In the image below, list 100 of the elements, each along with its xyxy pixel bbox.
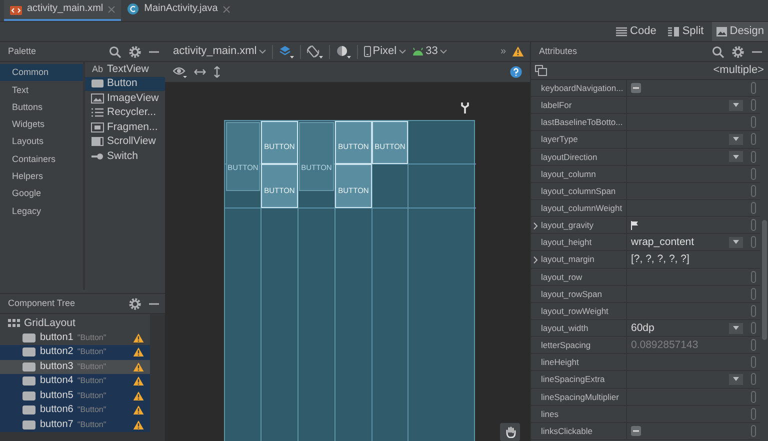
- caret-icon: [733, 377, 739, 382]
- palette-category[interactable]: Widgets: [0, 116, 83, 134]
- attribute-value: wrap_content: [631, 236, 694, 249]
- vertical-arrows-icon[interactable]: [213, 66, 221, 78]
- help-icon[interactable]: [510, 66, 522, 78]
- tree-item[interactable]: button1 "Button": [0, 330, 150, 345]
- pan-button[interactable]: [500, 423, 520, 441]
- panel-title: Palette: [8, 46, 38, 57]
- overflow-button[interactable]: »: [500, 46, 506, 58]
- palette-category[interactable]: Layouts: [0, 133, 83, 150]
- palette-item[interactable]: Recycler...: [85, 106, 165, 120]
- scrollbar-thumb[interactable]: [762, 220, 767, 340]
- dropdown-button[interactable]: [729, 374, 743, 385]
- tri-state-checkbox[interactable]: [631, 426, 641, 436]
- caret-icon: [733, 326, 739, 330]
- tree-item[interactable]: button3 "Button": [0, 360, 150, 374]
- palette-item[interactable]: Switch: [85, 149, 165, 164]
- layers-icon[interactable]: [278, 44, 294, 58]
- search-icon[interactable]: [712, 46, 724, 58]
- palette-category[interactable]: Google: [0, 185, 83, 202]
- wrench-icon[interactable]: [461, 102, 469, 114]
- settings-icon[interactable]: [129, 46, 141, 58]
- file-dropdown[interactable]: activity_main.xml: [173, 44, 266, 58]
- attribute-name: labelFor: [531, 97, 627, 114]
- button-widget-icon: [22, 405, 36, 416]
- dash-icon: [633, 87, 639, 90]
- settings-icon[interactable]: [732, 46, 744, 58]
- image-icon: [716, 26, 727, 37]
- attribute-name: layout_rowWeight: [531, 302, 627, 319]
- dropdown-button[interactable]: [729, 236, 743, 248]
- palette-category[interactable]: Text: [0, 81, 83, 99]
- rotate-icon[interactable]: [306, 44, 323, 58]
- tree-item[interactable]: button5 "Button": [0, 388, 150, 403]
- eye-icon[interactable]: [173, 66, 187, 78]
- panel-title: Component Tree: [8, 298, 76, 309]
- image-icon: [91, 92, 104, 104]
- caret-icon: [733, 154, 739, 159]
- attribute-name: layout_columnSpan: [531, 182, 627, 199]
- palette-category[interactable]: Containers: [0, 150, 83, 168]
- settings-icon[interactable]: [129, 298, 141, 310]
- flag-icon[interactable]: [631, 220, 638, 230]
- attribute-name: layoutDirection: [531, 148, 627, 165]
- android-icon: [412, 47, 424, 56]
- view-mode-button[interactable]: Design: [712, 22, 768, 41]
- lines-icon: [616, 26, 628, 37]
- caret-icon: [733, 137, 739, 142]
- attribute-name: keyboardNavigation...: [531, 80, 627, 96]
- attribute-name: lines: [531, 406, 627, 422]
- theme-icon[interactable]: [336, 44, 351, 58]
- attribute-name: lineHeight: [531, 354, 627, 370]
- tree-item[interactable]: GridLayout: [0, 316, 150, 330]
- tree-item[interactable]: button7 "Button": [0, 418, 150, 432]
- palette-category[interactable]: Legacy: [0, 202, 83, 220]
- chevron-icon[interactable]: [533, 256, 538, 264]
- attribute-name: layout_margin: [531, 251, 627, 268]
- attribute-name: layout_column: [531, 166, 627, 182]
- class-icon: [127, 3, 140, 15]
- palette-category[interactable]: Helpers: [0, 168, 83, 186]
- tree-item[interactable]: button6 "Button": [0, 403, 150, 418]
- warning-icon[interactable]: [512, 46, 524, 57]
- xml-file-icon: [10, 4, 22, 14]
- horizontal-arrows-icon[interactable]: [194, 67, 206, 77]
- button-widget-icon: [91, 78, 104, 90]
- tri-state-checkbox[interactable]: [631, 83, 641, 94]
- button-widget-icon: [22, 347, 36, 358]
- list-icon: [91, 107, 104, 118]
- palette-item[interactable]: Ab TextView: [85, 62, 165, 76]
- file-tab[interactable]: activity_main.xml: [4, 0, 122, 21]
- caret-icon: [440, 49, 447, 54]
- palette-category[interactable]: Buttons: [0, 98, 83, 116]
- dropdown-button[interactable]: [729, 151, 743, 162]
- attribute-name: layout_width: [531, 320, 627, 336]
- dropdown-button[interactable]: [729, 134, 743, 145]
- search-icon[interactable]: [109, 46, 121, 58]
- palette-item[interactable]: ScrollView: [85, 134, 165, 149]
- button-widget-icon: [22, 420, 36, 430]
- panel-title: Attributes: [539, 46, 578, 57]
- view-mode-button[interactable]: Split: [664, 22, 708, 41]
- palette-item[interactable]: Button: [85, 76, 165, 91]
- dropdown-button[interactable]: [729, 322, 743, 334]
- dropdown-button[interactable]: [729, 100, 743, 111]
- palette-item[interactable]: Fragmen...: [85, 120, 165, 134]
- attribute-value-hint: 0.0892857143: [631, 338, 698, 352]
- button-widget-icon: [22, 332, 36, 343]
- tree-item[interactable]: button4 "Button": [0, 374, 150, 388]
- api-level-dropdown[interactable]: 33: [412, 44, 447, 58]
- attribute-name: lineSpacingMultiplier: [531, 388, 627, 405]
- palette-item[interactable]: ImageView: [85, 91, 165, 106]
- dash-icon: [633, 430, 639, 432]
- view-mode-button[interactable]: Code: [612, 22, 660, 41]
- palette-category[interactable]: Common: [0, 64, 83, 82]
- file-tab[interactable]: MainActivity.java: [121, 0, 236, 21]
- tree-item[interactable]: button2 "Button": [0, 345, 150, 360]
- phone-icon: [364, 46, 371, 57]
- attribute-value: [?, ?, ?, ?, ?]: [631, 253, 690, 266]
- device-dropdown[interactable]: Pixel: [364, 44, 406, 58]
- attribute-name: layout_row: [531, 268, 627, 285]
- chevron-icon[interactable]: [533, 222, 538, 230]
- attribute-name: layout_height: [531, 234, 627, 250]
- scroll-view-icon: [91, 136, 104, 148]
